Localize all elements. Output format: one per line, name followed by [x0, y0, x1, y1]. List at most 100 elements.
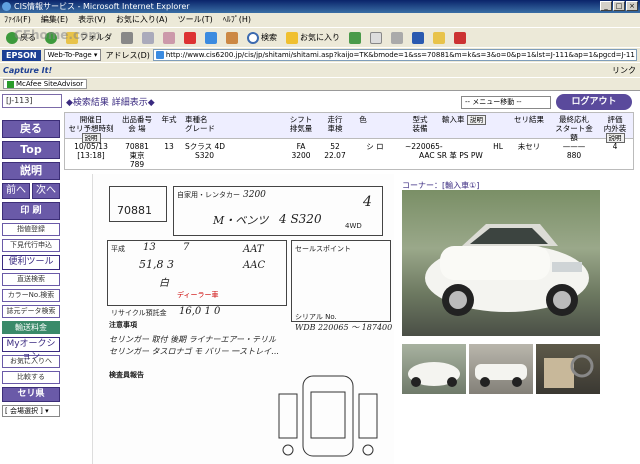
header-mileage-label: 走行 [327, 115, 343, 124]
cell-model-value: Sクラス 4D [185, 142, 226, 151]
table-header: 開催日 セリ予想時刻 説明 出品番号 会 場 年式 車種名 グレード シフト 排… [65, 113, 633, 143]
header-lot-label: 出品番号 [122, 115, 152, 124]
header-score2-label: 内外装 [603, 124, 627, 133]
sheet-month: 7 [183, 242, 190, 253]
car-photo-thumb-1[interactable] [402, 344, 466, 394]
header-start-label: 最終応札 [559, 115, 589, 124]
cell-start-value: 880 [566, 151, 582, 160]
auction-sheet-image: 70881 自家用・レンタカー 3200 M・ベンツ 4 S320 4WD 4 … [92, 174, 394, 464]
cell-date-value: 10/05/13 [74, 142, 108, 151]
car-photo-thumb-2[interactable] [469, 344, 533, 394]
cell-equip-value: AAC SR 革 PS PW [419, 151, 483, 160]
print-toolbar-button[interactable] [388, 30, 406, 46]
reprint-search-button[interactable]: 誌元データ検索 [2, 305, 60, 318]
prev-button[interactable]: 前へ [2, 183, 30, 199]
preview-request-button[interactable]: 下見代行申込 [2, 239, 60, 252]
next-button[interactable]: 次へ [32, 183, 60, 199]
cell-shift-value: FA [296, 142, 306, 151]
mcafee-check-icon [7, 80, 14, 88]
history-button[interactable] [346, 30, 364, 46]
header-inspect-label: 車検 [327, 124, 343, 133]
logout-button[interactable]: ログアウト [556, 94, 632, 110]
word-button[interactable] [409, 30, 427, 46]
menubar: ﾌｧｲﾙ(F) 編集(E) 表示(V) お気に入り(A) ツール(T) ﾍﾙﾌﾟ… [0, 13, 640, 27]
word-icon [412, 31, 424, 44]
epson-logo: EPSON [2, 49, 41, 61]
import-help-button[interactable]: 説明 [466, 115, 486, 125]
bid-register-button[interactable]: 指値登録 [2, 223, 60, 236]
window-title: CIS情報サービス - Microsoft Internet Explorer [14, 2, 190, 11]
cell-venue-value: 東京 [129, 151, 145, 160]
research-button[interactable] [451, 30, 469, 46]
copy-button[interactable] [139, 30, 157, 46]
car-photo-thumb-3[interactable] [536, 344, 600, 394]
home-icon [226, 31, 238, 44]
cell-lot-value: 70881 [125, 142, 149, 151]
maximize-button[interactable]: □ [613, 1, 625, 11]
history-icon [349, 31, 361, 44]
seri-button[interactable]: セリ県 [2, 387, 60, 402]
direct-search-button[interactable]: 直送検索 [2, 273, 60, 286]
cell-result: 未セリ [517, 142, 541, 151]
cell-inspect-value: 22.07 [324, 151, 346, 160]
venue-select[interactable]: [ 会場選択 ] ▾ [2, 405, 60, 417]
cell-type: ~220065- AAC SR 革 PS PW [405, 142, 505, 160]
menu-help[interactable]: ﾍﾙﾌﾟ(H) [223, 13, 251, 27]
mail-button[interactable] [367, 30, 385, 46]
watermark-logo: CEhome.com [14, 28, 101, 42]
menu-view[interactable]: 表示(V) [78, 13, 106, 27]
search-label: 検索 [261, 33, 277, 42]
messenger-icon [433, 31, 445, 44]
sheet-drive: 4WD [345, 222, 362, 230]
description-button[interactable]: 説明 [2, 162, 60, 180]
cell-disp-value: 3200 [291, 151, 311, 160]
cut-button[interactable] [118, 30, 136, 46]
stop-button[interactable] [181, 30, 199, 46]
url-input[interactable]: http://www.cis6200.jp/cis/jp/shitami/shi… [152, 49, 637, 61]
shipping-fee-button[interactable]: 輸送料金 [2, 321, 60, 334]
refresh-button[interactable] [202, 30, 220, 46]
menu-edit[interactable]: 編集(E) [41, 13, 68, 27]
cell-mileage: 52 22.07 [321, 142, 349, 160]
color-search-button[interactable]: カラーNo.検索 [2, 289, 60, 302]
sheet-sales-label: セールスポイント [295, 245, 351, 253]
refresh-icon [205, 31, 217, 44]
header-model: 車種名 グレード [185, 115, 255, 133]
menu-favorites[interactable]: お気に入り(A) [116, 13, 168, 27]
cell-import: HL [493, 142, 503, 151]
cut-icon [121, 31, 133, 44]
sheet-lot-number: 70881 [117, 204, 152, 217]
sheet-notes-title: 注意事項 [109, 321, 137, 329]
compare-button[interactable]: 比較する [2, 371, 60, 384]
add-favorites-button[interactable]: お気に入りへ [2, 355, 60, 368]
close-button[interactable]: × [626, 1, 638, 11]
web-to-page-button[interactable]: Web-To-Page ▾ [43, 49, 102, 61]
header-year: 年式 [161, 115, 177, 124]
top-nav-button[interactable]: Top [2, 141, 60, 159]
back-nav-button[interactable]: 戻る [2, 120, 60, 138]
menu-tools[interactable]: ツール(T) [178, 13, 213, 27]
mcafee-siteadvisor-button[interactable]: McAfee SiteAdvisor [3, 79, 88, 89]
header-shift: シフト 排気量 [287, 115, 315, 133]
car-photo-main[interactable] [402, 190, 600, 336]
paste-button[interactable] [160, 30, 178, 46]
favorites-button[interactable]: お気に入り [283, 30, 343, 46]
sheet-ac: AAC [243, 260, 266, 271]
header-mileage: 走行 車検 [321, 115, 349, 133]
cell-shift: FA 3200 [287, 142, 315, 160]
minimize-button[interactable]: _ [600, 1, 612, 11]
sheet-recycle-label: リサイクル預託金 [111, 309, 167, 317]
cell-score: 4 [612, 142, 618, 151]
header-lot: 出品番号 会 場 [117, 115, 157, 133]
capture-it-button[interactable]: Capture It! [3, 66, 52, 75]
cell-bid-value: ——— [562, 142, 586, 151]
header-type-label: 型式 [412, 115, 428, 124]
messenger-button[interactable] [430, 30, 448, 46]
menu-move-select[interactable]: -- メニュー移動 -- [461, 96, 551, 109]
links-label[interactable]: リンク [612, 65, 636, 76]
home-button[interactable] [223, 30, 241, 46]
print-button[interactable]: 印 刷 [2, 202, 60, 220]
sheet-shift: AAT [243, 244, 264, 255]
menu-file[interactable]: ﾌｧｲﾙ(F) [4, 13, 31, 27]
search-button[interactable]: 検索 [244, 30, 280, 46]
